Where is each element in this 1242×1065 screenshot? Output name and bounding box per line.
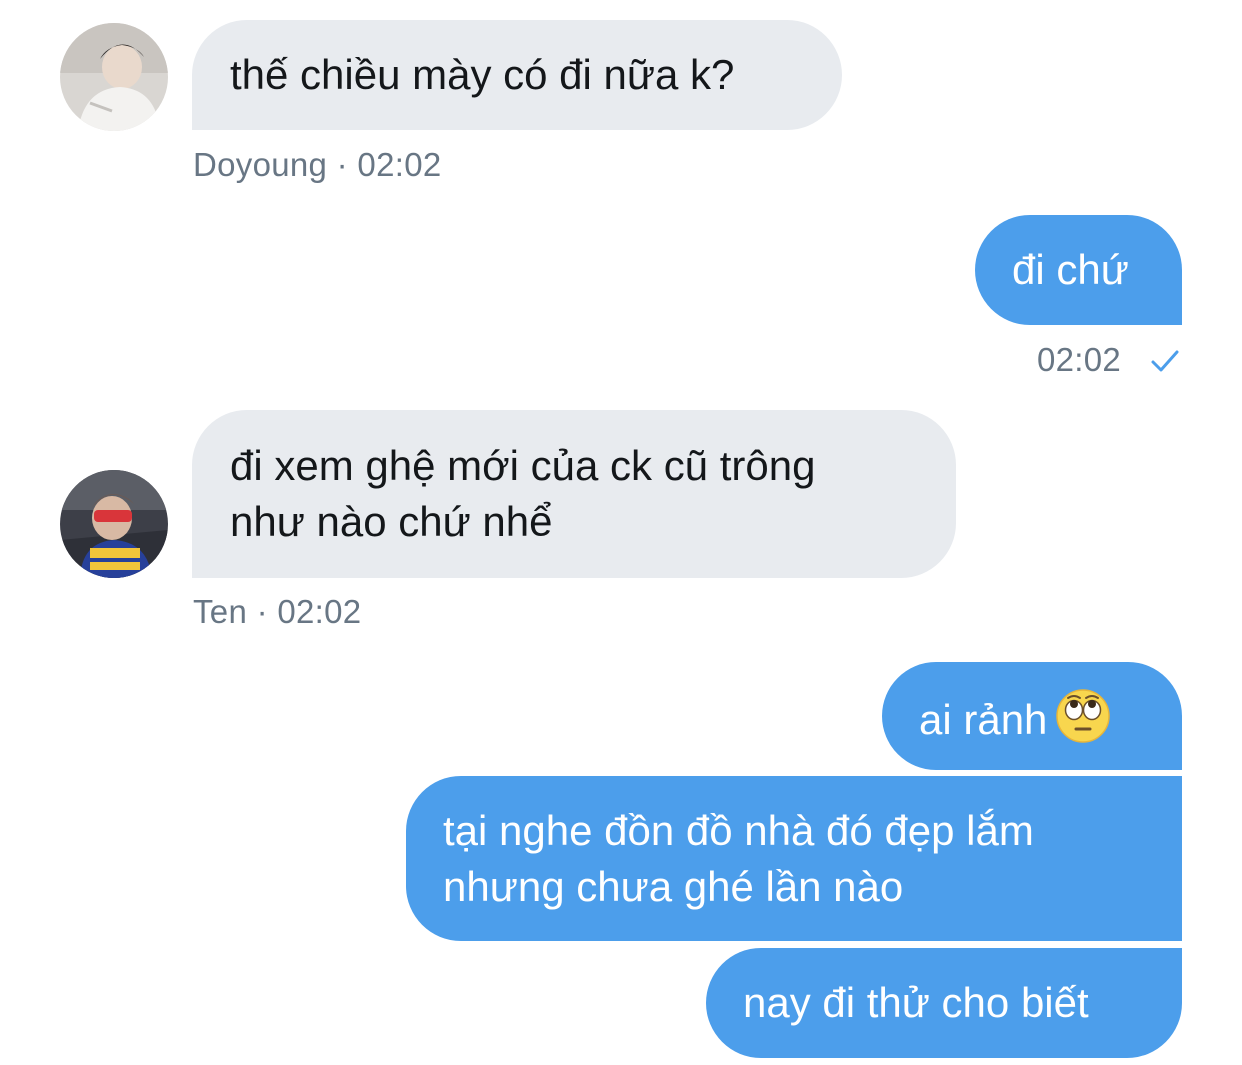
message-text-line: nhưng chưa ghé lần nào [443,863,904,910]
message-bubble-outgoing-4[interactable]: nay đi thử cho biết [706,948,1182,1058]
message-text: nay đi thử cho biết [743,979,1089,1026]
check-icon [1151,350,1179,372]
avatar-ten[interactable] [60,470,168,578]
message-text: ai rảnh [919,696,1048,743]
message-meta: Doyoung · 02:02 [193,146,442,183]
user-avatar-icon [60,23,168,131]
message-bubble-outgoing-2[interactable]: ai rảnh [882,662,1182,770]
message-text-line: tại nghe đồn đồ nhà đó đẹp lắm [443,807,1034,854]
message-bubble-outgoing-3[interactable]: tại nghe đồn đồ nhà đó đẹp lắm nhưng chư… [406,776,1182,941]
user-avatar-icon [60,470,168,578]
eye-roll-emoji-icon [1055,688,1111,744]
message-text: thế chiều mày có đi nữa k? [230,51,735,98]
avatar-doyoung[interactable] [60,23,168,131]
message-text: đi chứ [1012,246,1129,293]
message-bubble-incoming-2[interactable]: đi xem ghệ mới của ck cũ trông như nào c… [192,410,956,578]
message-meta: Ten · 02:02 [193,593,362,630]
message-bubble-incoming-1[interactable]: thế chiều mày có đi nữa k? [192,20,842,130]
message-text-line: như nào chứ nhể [230,498,553,545]
message-text-line: đi xem ghệ mới của ck cũ trông [230,442,816,489]
message-meta: 02:02 [1037,341,1122,378]
message-bubble-outgoing-1[interactable]: đi chứ [975,215,1182,325]
